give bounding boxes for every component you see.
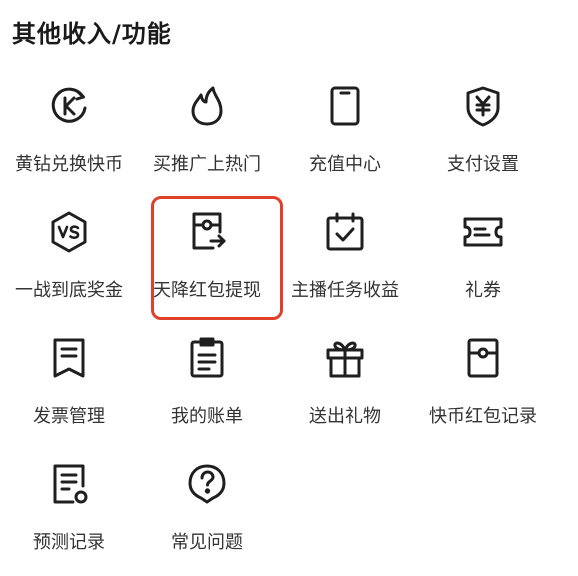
item-battle-bonus[interactable]: 一战到底奖金: [0, 194, 138, 320]
red-packet-withdraw-icon: [185, 210, 229, 254]
red-packet-record-icon: [461, 336, 505, 380]
item-red-packet-withdraw[interactable]: 天降红包提现: [138, 194, 276, 320]
item-label: 发票管理: [33, 406, 105, 427]
item-coin-red-packet-record[interactable]: 快币红包记录: [414, 320, 552, 446]
item-label: 我的账单: [171, 406, 243, 427]
invoice-icon: [47, 336, 91, 380]
ticket-icon: [461, 210, 505, 254]
item-buy-promotion[interactable]: 买推广上热门: [138, 68, 276, 194]
item-label: 预测记录: [33, 532, 105, 553]
item-coin-exchange[interactable]: 黄钻兑换快币: [0, 68, 138, 194]
item-coupons[interactable]: 礼券: [414, 194, 552, 320]
item-label: 充值中心: [309, 154, 381, 175]
item-my-bills[interactable]: 我的账单: [138, 320, 276, 446]
item-label: 一战到底奖金: [15, 280, 123, 301]
section-title: 其他收入/功能: [12, 20, 172, 48]
phone-icon: [323, 84, 367, 128]
item-label: 常见问题: [171, 532, 243, 553]
prediction-record-icon: [47, 462, 91, 506]
item-invoice-management[interactable]: 发票管理: [0, 320, 138, 446]
bill-icon: [185, 336, 229, 380]
item-faq[interactable]: 常见问题: [138, 446, 276, 572]
vs-badge-icon: [47, 210, 91, 254]
question-icon: [185, 462, 229, 506]
item-recharge-center[interactable]: 充值中心: [276, 68, 414, 194]
item-prediction-record[interactable]: 预测记录: [0, 446, 138, 572]
item-label: 礼券: [465, 280, 501, 301]
item-payment-settings[interactable]: 支付设置: [414, 68, 552, 194]
calendar-check-icon: [323, 210, 367, 254]
item-label: 快币红包记录: [429, 406, 537, 427]
item-label: 买推广上热门: [153, 154, 261, 175]
coin-exchange-icon: [47, 84, 91, 128]
item-anchor-task-income[interactable]: 主播任务收益: [276, 194, 414, 320]
item-label: 天降红包提现: [153, 280, 261, 301]
item-label: 黄钻兑换快币: [15, 154, 123, 175]
feature-grid: 黄钻兑换快币 买推广上热门 充值中心 支付设置 一战到底奖金 天降红包提现 主播…: [0, 68, 578, 572]
item-label: 送出礼物: [309, 406, 381, 427]
yuan-shield-icon: [461, 84, 505, 128]
item-label: 支付设置: [447, 154, 519, 175]
item-gifts-sent[interactable]: 送出礼物: [276, 320, 414, 446]
flame-icon: [185, 84, 229, 128]
item-label: 主播任务收益: [291, 280, 399, 301]
gift-icon: [323, 336, 367, 380]
